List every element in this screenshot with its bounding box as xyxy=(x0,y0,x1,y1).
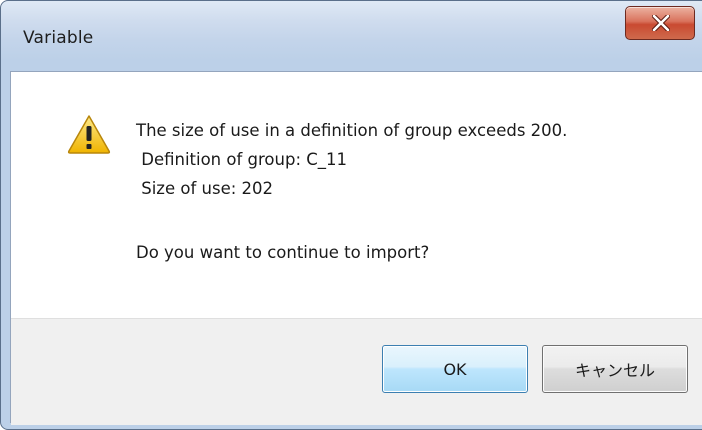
button-bar: OK キャンセル xyxy=(11,318,702,425)
window-title: Variable xyxy=(23,28,94,48)
ok-button[interactable]: OK xyxy=(382,345,528,393)
title-bar[interactable]: Variable xyxy=(1,1,702,71)
warning-icon xyxy=(67,115,111,154)
ok-button-label: OK xyxy=(443,359,467,379)
message-line-3: Size of use: 202 xyxy=(136,179,274,198)
cancel-button[interactable]: キャンセル xyxy=(542,345,688,393)
message-line-2: Definition of group: C_11 xyxy=(136,150,348,169)
dialog-window: Variable The size of use in a definition… xyxy=(0,0,702,430)
message-question: Do you want to continue to import? xyxy=(136,243,430,262)
message-line-1: The size of use in a definition of group… xyxy=(136,121,568,140)
dialog-content: The size of use in a definition of group… xyxy=(10,71,702,425)
cancel-button-label: キャンセル xyxy=(574,361,655,380)
close-icon xyxy=(652,15,670,31)
close-button[interactable] xyxy=(625,6,695,40)
